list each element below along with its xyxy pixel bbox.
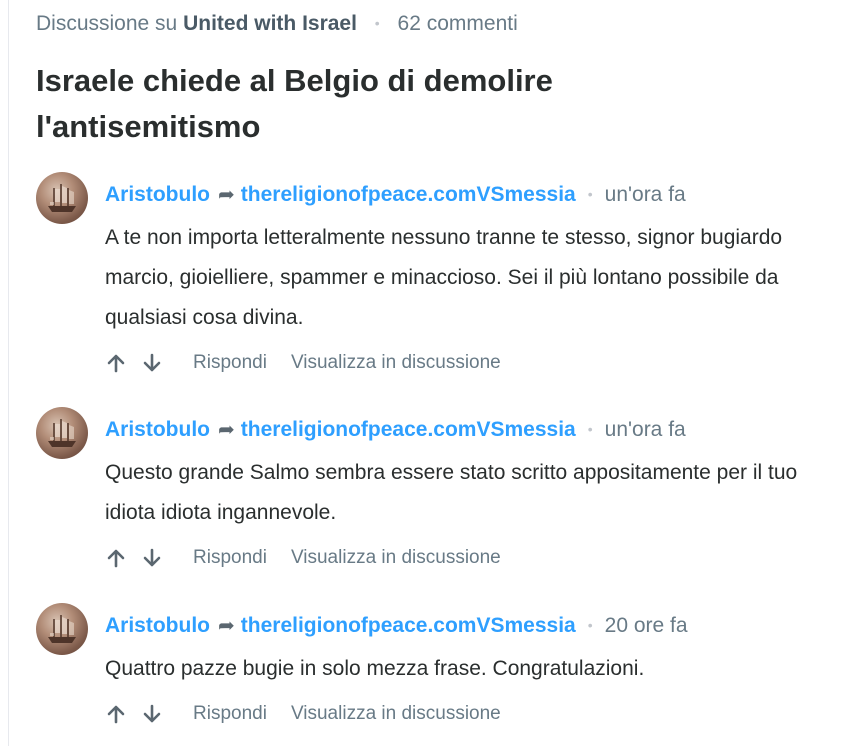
comment-actions: Rispondi Visualizza in discussione bbox=[105, 547, 501, 569]
byline: Aristobulo ➦ thereligionofpeace.comVSmessi… bbox=[105, 613, 688, 638]
byline: Aristobulo ➦ thereligionofpeace.comVSmessi… bbox=[105, 417, 686, 442]
comment-actions: Rispondi Visualizza in discussione bbox=[105, 352, 501, 374]
ship-icon bbox=[48, 615, 76, 643]
avatar[interactable] bbox=[36, 603, 88, 655]
view-in-discussion-link[interactable]: Visualizza in discussione bbox=[291, 703, 501, 725]
reply-arrow-icon: ➦ bbox=[218, 615, 235, 637]
reply-to-name[interactable]: thereligionofpeace.comVSmessia bbox=[241, 418, 576, 441]
arrow-down-icon bbox=[143, 704, 161, 723]
comment-text: Quattro pazze bugie in solo mezza frase.… bbox=[105, 657, 645, 680]
reply-button[interactable]: Rispondi bbox=[193, 547, 267, 569]
comment: Aristobulo ➦ thereligionofpeace.comVSmessi… bbox=[36, 172, 832, 382]
view-in-discussion-link[interactable]: Visualizza in discussione bbox=[291, 352, 501, 374]
upvote-button[interactable] bbox=[105, 703, 127, 725]
byline: Aristobulo ➦ thereligionofpeace.comVSmessi… bbox=[105, 182, 686, 207]
timestamp[interactable]: 20 ore fa bbox=[605, 614, 688, 637]
avatar[interactable] bbox=[36, 172, 88, 224]
ship-icon bbox=[48, 419, 76, 447]
avatar[interactable] bbox=[36, 407, 88, 459]
author-name[interactable]: Aristobulo bbox=[105, 418, 210, 441]
view-in-discussion-link[interactable]: Visualizza in discussione bbox=[291, 547, 501, 569]
arrow-up-icon bbox=[107, 705, 125, 724]
upvote-button[interactable] bbox=[105, 352, 127, 374]
arrow-down-icon bbox=[143, 548, 161, 567]
page-title[interactable]: Israele chiede al Belgio di demolire l'a… bbox=[36, 58, 736, 150]
downvote-button[interactable] bbox=[141, 352, 163, 374]
comment-text: Questo grande Salmo sembra essere stato … bbox=[105, 461, 798, 524]
left-border bbox=[8, 0, 9, 746]
discussion-header: Discussione su United with Israel • 62 c… bbox=[36, 12, 832, 36]
timestamp[interactable]: un'ora fa bbox=[605, 418, 686, 441]
comment: Aristobulo ➦ thereligionofpeace.comVSmessi… bbox=[36, 603, 832, 743]
comment-text: A te non importa letteralmente nessuno t… bbox=[105, 226, 783, 329]
reply-arrow-icon: ➦ bbox=[218, 419, 235, 441]
comment: Aristobulo ➦ thereligionofpeace.comVSmessi… bbox=[36, 407, 832, 577]
downvote-button[interactable] bbox=[141, 703, 163, 725]
author-name[interactable]: Aristobulo bbox=[105, 183, 210, 206]
separator-dot: • bbox=[587, 617, 593, 633]
reply-button[interactable]: Rispondi bbox=[193, 703, 267, 725]
downvote-button[interactable] bbox=[141, 547, 163, 569]
comment-count[interactable]: 62 commenti bbox=[398, 12, 518, 35]
reply-to-name[interactable]: thereligionofpeace.comVSmessia bbox=[241, 183, 576, 206]
arrow-up-icon bbox=[107, 354, 125, 373]
upvote-button[interactable] bbox=[105, 547, 127, 569]
arrow-down-icon bbox=[143, 353, 161, 372]
reply-to-name[interactable]: thereligionofpeace.comVSmessia bbox=[241, 614, 576, 637]
header-prefix: Discussione su bbox=[36, 12, 178, 35]
timestamp[interactable]: un'ora fa bbox=[605, 183, 686, 206]
author-name[interactable]: Aristobulo bbox=[105, 614, 210, 637]
separator-dot: • bbox=[374, 15, 380, 31]
ship-icon bbox=[48, 184, 76, 212]
forum-link[interactable]: United with Israel bbox=[183, 12, 357, 35]
comment-actions: Rispondi Visualizza in discussione bbox=[105, 703, 501, 725]
separator-dot: • bbox=[587, 186, 593, 202]
reply-button[interactable]: Rispondi bbox=[193, 352, 267, 374]
reply-arrow-icon: ➦ bbox=[218, 184, 235, 206]
separator-dot: • bbox=[587, 421, 593, 437]
arrow-up-icon bbox=[107, 549, 125, 568]
